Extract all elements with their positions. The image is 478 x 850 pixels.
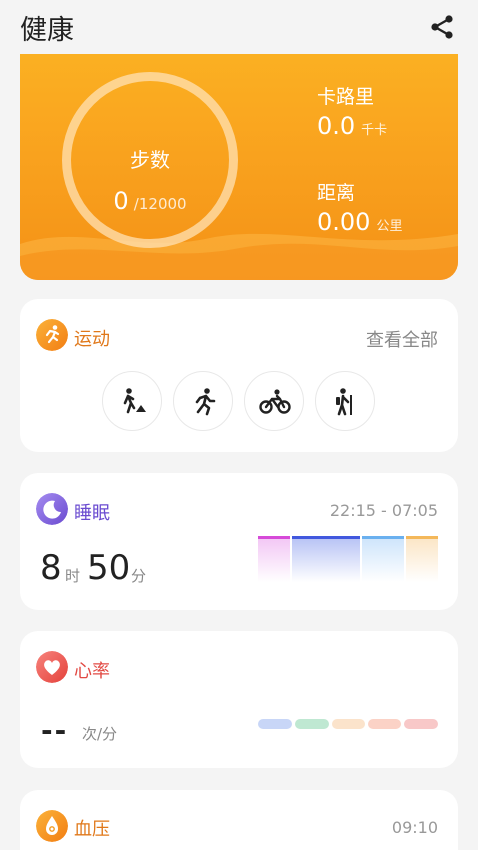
heart-zone-pill	[258, 719, 292, 729]
heart-zone-pill	[404, 719, 438, 729]
cycling-button[interactable]	[244, 371, 304, 431]
steps-value: 0	[113, 187, 129, 215]
distance-value-row: 0.00 公里	[317, 208, 402, 236]
calories-value: 0.0	[317, 112, 356, 140]
heart-rate-value: --	[41, 714, 69, 747]
sleep-minutes-unit: 分	[131, 567, 147, 585]
exercise-icon	[36, 319, 68, 351]
app-header: 健康	[0, 0, 478, 54]
exercise-title: 运动	[74, 329, 110, 350]
calories-value-row: 0.0 千卡	[317, 112, 387, 140]
sleep-hours-unit: 时	[65, 567, 81, 585]
running-button[interactable]	[173, 371, 233, 431]
heart-zone-pill	[332, 719, 365, 729]
sleep-minutes: 50	[87, 548, 131, 588]
walking-button[interactable]	[102, 371, 162, 431]
blood-pressure-time: 09:10	[391, 818, 438, 837]
exercise-card[interactable]: 运动 查看全部	[20, 299, 458, 452]
hiking-icon	[336, 388, 352, 416]
heart-zone-pill	[368, 719, 401, 729]
heart-rate-unit: 次/分	[82, 725, 118, 743]
steps-label: 步数	[130, 148, 170, 172]
hiking-button[interactable]	[315, 371, 375, 431]
heart-rate-title: 心率	[74, 661, 110, 682]
heart-rate-card[interactable]: 心率 -- 次/分	[20, 631, 458, 768]
sleep-stage-bar	[292, 536, 360, 582]
health-screen: 健康 步数 0 /12000 卡路里 0.0 千卡 距离 0.00 公里 运动 …	[0, 0, 478, 850]
sleep-time-range: 22:15 - 07:05	[329, 501, 438, 520]
activity-summary-card[interactable]: 步数 0 /12000 卡路里 0.0 千卡 距离 0.00 公里	[20, 54, 458, 280]
sleep-card[interactable]: 睡眠 22:15 - 07:05 8 时 50 分	[20, 473, 458, 610]
steps-value-row: 0 /12000	[62, 187, 238, 215]
sleep-stage-bar	[406, 536, 438, 582]
share-icon[interactable]	[428, 13, 456, 41]
sleep-stage-bar	[362, 536, 404, 582]
sleep-title: 睡眠	[74, 503, 110, 524]
steps-goal: /12000	[133, 195, 187, 213]
sleep-hours: 8	[40, 548, 62, 588]
distance-value: 0.00	[317, 208, 371, 236]
blood-pressure-title: 血压	[74, 819, 110, 840]
page-title: 健康	[20, 15, 74, 46]
steps-ring-content: 步数 0 /12000	[62, 72, 238, 248]
walking-icon	[123, 388, 146, 414]
running-icon	[195, 388, 216, 416]
heart-icon	[36, 651, 68, 683]
blood-pressure-card[interactable]: 血压 09:10	[20, 790, 458, 850]
distance-label: 距离	[317, 182, 356, 204]
heart-zone-pill	[295, 719, 329, 729]
cycling-icon	[259, 389, 291, 414]
view-all-link[interactable]: 查看全部	[366, 326, 438, 352]
moon-icon	[36, 493, 68, 525]
sleep-stage-bar	[258, 536, 290, 582]
calories-label: 卡路里	[317, 86, 375, 108]
blood-drop-icon	[36, 810, 68, 842]
calories-unit: 千卡	[361, 123, 388, 138]
distance-unit: 公里	[376, 219, 403, 234]
